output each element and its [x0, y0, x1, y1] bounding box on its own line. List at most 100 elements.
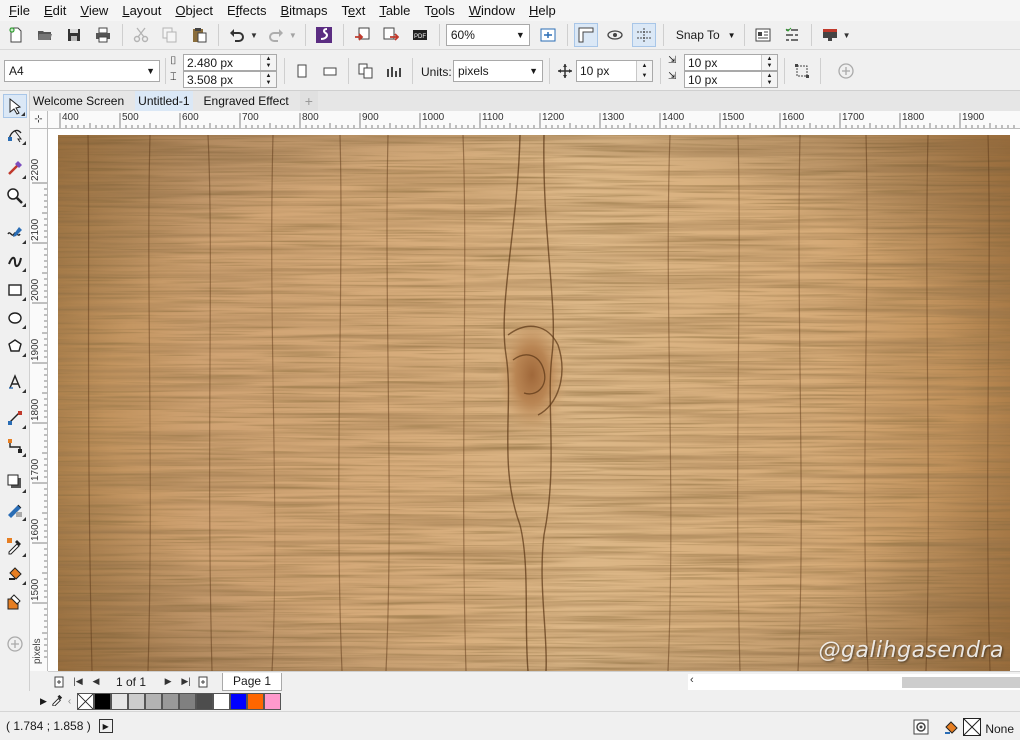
add-page-before-icon[interactable] [52, 674, 68, 690]
color-swatch[interactable] [230, 692, 248, 710]
current-page-icon[interactable] [382, 59, 406, 83]
import-icon[interactable] [350, 23, 374, 47]
options-icon[interactable] [780, 23, 804, 47]
wood-texture-bitmap[interactable] [58, 135, 1010, 671]
units-combo[interactable]: pixels ▼ [453, 60, 543, 82]
copy-icon[interactable] [158, 23, 182, 47]
no-color-swatch[interactable] [77, 692, 95, 710]
nudge-distance-spinner[interactable]: ▲ ▼ [636, 61, 652, 81]
color-swatch[interactable] [94, 692, 112, 710]
undo-icon[interactable] [225, 23, 249, 47]
color-swatch[interactable] [196, 692, 214, 710]
color-swatch[interactable] [247, 692, 265, 710]
horizontal-scrollbar[interactable]: ‹ [688, 674, 1020, 690]
search-content-icon[interactable] [312, 23, 336, 47]
save-icon[interactable] [62, 23, 86, 47]
page-size-combo[interactable]: A4 ▼ [4, 60, 160, 82]
ruler-origin-icon[interactable]: ⊹ [30, 111, 48, 129]
landscape-icon[interactable] [318, 59, 342, 83]
snap-to-dropdown[interactable]: Snap To ▼ [670, 24, 742, 46]
show-grid-icon[interactable] [603, 23, 627, 47]
show-guidelines-icon[interactable] [631, 23, 656, 47]
application-launcher-icon[interactable] [818, 23, 842, 47]
menu-view[interactable]: View [73, 0, 115, 21]
new-document-icon[interactable] [4, 23, 28, 47]
open-folder-icon[interactable] [33, 23, 57, 47]
menu-edit[interactable]: Edit [37, 0, 73, 21]
tab-untitled-1[interactable]: Untitled-1 [135, 91, 193, 111]
page-tab[interactable]: Page 1 [222, 672, 283, 691]
text-tool-icon[interactable] [3, 370, 27, 394]
duplicate-distance-x-field[interactable]: 10 px ▲ ▼ [684, 54, 778, 71]
cut-icon[interactable] [129, 23, 153, 47]
zoom-tool-icon[interactable] [3, 184, 27, 208]
add-icon[interactable] [834, 59, 858, 83]
connector-tool-icon[interactable] [3, 434, 27, 458]
drawing-canvas[interactable]: @galihgasendra [48, 129, 1020, 671]
drop-shadow-tool-icon[interactable] [3, 470, 27, 494]
interactive-fill-tool-icon[interactable] [3, 562, 27, 586]
shape-tool-icon[interactable] [3, 122, 27, 146]
last-page-icon[interactable]: ▶| [178, 674, 194, 690]
zoom-level-combo[interactable]: 60% ▼ [445, 24, 530, 46]
color-swatch[interactable] [179, 692, 197, 710]
menu-text[interactable]: Text [334, 0, 372, 21]
polygon-tool-icon[interactable] [3, 334, 27, 358]
color-proofing-icon[interactable] [913, 719, 929, 738]
first-page-icon[interactable]: |◀ [70, 674, 86, 690]
print-icon[interactable] [91, 23, 115, 47]
horizontal-ruler[interactable]: 400 500 600 700 800 900 1000 1100 1200 1300 1400 15… [48, 111, 1020, 129]
next-page-icon[interactable]: ▶ [160, 674, 176, 690]
transparency-tool-icon[interactable] [3, 498, 27, 522]
fill-color-icon[interactable] [943, 719, 959, 738]
nudge-distance-field[interactable]: 10 px ▲ ▼ [576, 60, 653, 82]
color-eyedropper-tool-icon[interactable] [3, 534, 27, 558]
parallel-dimension-tool-icon[interactable] [3, 406, 27, 430]
export-icon[interactable] [379, 23, 403, 47]
menu-effects[interactable]: Effects [220, 0, 274, 21]
status-play-icon[interactable]: ▶ [98, 719, 113, 733]
menu-object[interactable]: Object [168, 0, 220, 21]
tab-engraved-effect[interactable]: Engraved Effect [201, 91, 292, 111]
full-screen-preview-icon[interactable] [536, 23, 560, 47]
tab-welcome-screen[interactable]: Welcome Screen [30, 91, 127, 111]
color-swatch[interactable] [128, 692, 146, 710]
color-swatch[interactable] [264, 692, 282, 710]
eyedropper-icon[interactable] [51, 693, 64, 709]
previous-page-icon[interactable]: ◀ [88, 674, 104, 690]
page-width-field[interactable]: 2.480 px ▲ ▼ [183, 54, 277, 71]
duplicate-y-spinner[interactable]: ▲ ▼ [761, 72, 777, 87]
menu-help[interactable]: Help [522, 0, 563, 21]
redo-dropdown-icon[interactable]: ▼ [289, 31, 297, 40]
treat-as-filled-icon[interactable] [790, 59, 814, 83]
color-swatch[interactable] [162, 692, 180, 710]
undo-dropdown-icon[interactable]: ▼ [250, 31, 258, 40]
menu-layout[interactable]: Layout [115, 0, 168, 21]
color-swatch[interactable] [213, 692, 231, 710]
palette-back-icon[interactable]: ‹ [68, 696, 71, 707]
add-tab-button[interactable]: + [299, 91, 318, 111]
menu-bitmaps[interactable]: Bitmaps [274, 0, 335, 21]
rectangle-tool-icon[interactable] [3, 278, 27, 302]
page-width-spinner[interactable]: ▲ ▼ [260, 55, 276, 70]
redo-icon[interactable] [264, 23, 288, 47]
welcome-screen-icon[interactable] [751, 23, 775, 47]
scroll-left-icon[interactable]: ‹ [690, 674, 694, 686]
palette-scroll-icon[interactable]: ▶ [40, 696, 47, 707]
customize-toolbox-icon[interactable] [3, 632, 27, 656]
duplicate-x-spinner[interactable]: ▲ ▼ [761, 55, 777, 70]
fill-none-swatch[interactable] [962, 717, 982, 739]
duplicate-distance-y-field[interactable]: 10 px ▲ ▼ [684, 71, 778, 88]
publish-pdf-icon[interactable]: PDF [408, 23, 432, 47]
vertical-ruler[interactable]: 2200 2100 2000 1900 1800 1700 1600 1500 [30, 129, 48, 671]
menu-file[interactable]: File [2, 0, 37, 21]
menu-tools[interactable]: Tools [417, 0, 461, 21]
freehand-tool-icon[interactable] [3, 221, 27, 245]
menu-table[interactable]: Table [372, 0, 417, 21]
color-swatch[interactable] [145, 692, 163, 710]
ellipse-tool-icon[interactable] [3, 306, 27, 330]
add-page-after-icon[interactable] [196, 674, 212, 690]
paste-icon[interactable] [187, 23, 211, 47]
scrollbar-thumb[interactable] [902, 677, 1020, 688]
artistic-media-tool-icon[interactable] [3, 249, 27, 273]
